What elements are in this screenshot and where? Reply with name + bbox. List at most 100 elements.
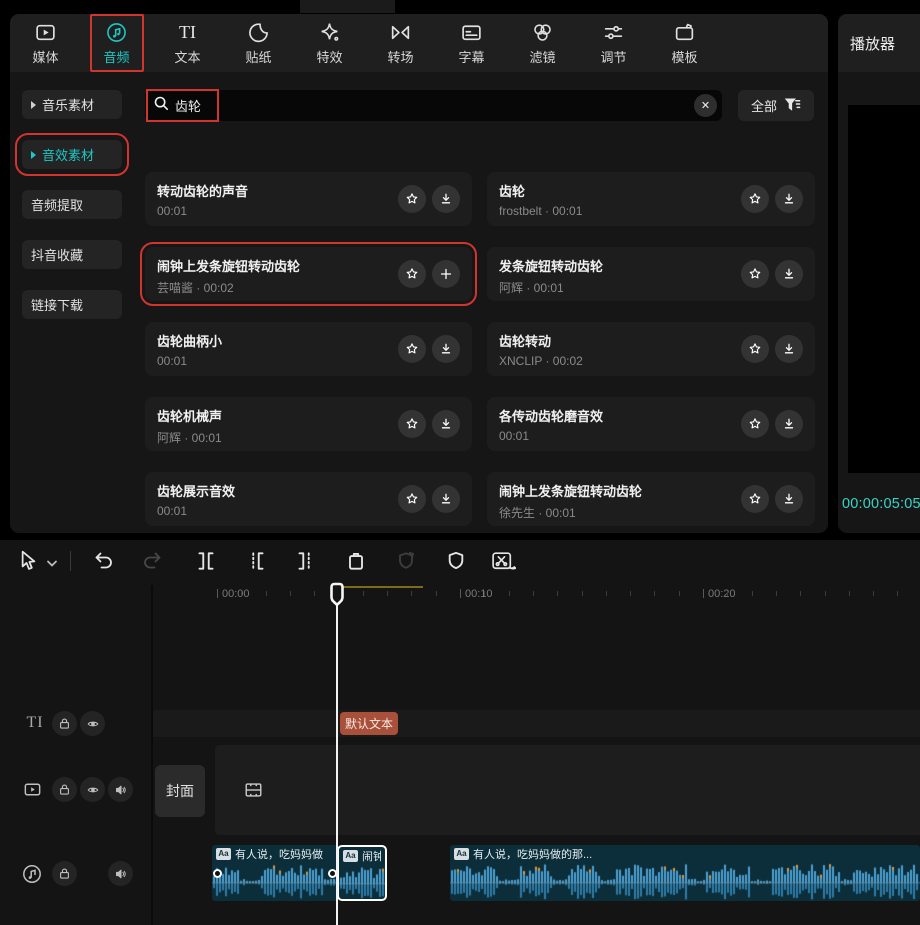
player-timecode: 00:00:05:05	[842, 496, 920, 512]
download-button[interactable]	[775, 335, 803, 363]
ruler-minor-tick	[606, 591, 607, 596]
sound-card[interactable]: 闹钟上发条旋钮转动齿轮 徐先生 · 00:01	[487, 472, 815, 526]
audio-clip[interactable]: Aa 有人说，吃妈妈做	[212, 845, 338, 901]
add-to-timeline-button[interactable]	[432, 260, 460, 288]
download-button[interactable]	[775, 185, 803, 213]
ruler-minor-tick	[509, 591, 510, 596]
favorite-star-button[interactable]	[398, 335, 426, 363]
favorite-star-button[interactable]	[741, 335, 769, 363]
freeze-icon[interactable]	[444, 549, 468, 578]
tab-transition[interactable]: 转场	[365, 14, 436, 72]
audio-clip[interactable]: Aa 有人说，吃妈妈做的那...	[450, 845, 920, 901]
sound-card[interactable]: 齿轮 frostbelt · 00:01	[487, 172, 815, 226]
sound-card-selected[interactable]: 闹钟上发条旋钮转动齿轮 芸喵酱 · 00:02	[145, 247, 472, 301]
tab-label: 文本	[174, 47, 200, 66]
download-button[interactable]	[432, 335, 460, 363]
sound-card[interactable]: 各传动齿轮磨音效 00:01	[487, 397, 815, 451]
video-track-icon	[22, 779, 43, 800]
text-clip[interactable]: 默认文本	[340, 712, 398, 735]
tab-effects[interactable]: 特效	[294, 14, 365, 72]
close-icon[interactable]: ✕	[694, 94, 717, 117]
select-cursor-icon[interactable]	[16, 549, 38, 578]
delete-icon[interactable]	[344, 549, 368, 578]
sound-card[interactable]: 发条旋钮转动齿轮 阿辉 · 00:01	[487, 247, 815, 301]
audio-clip-selected[interactable]: Aa 闹钟上	[337, 845, 387, 901]
download-button[interactable]	[432, 185, 460, 213]
tab-text[interactable]: TI 文本	[152, 14, 223, 72]
timeline-ruler[interactable]: 00:00 00:10 00:20	[153, 585, 920, 607]
filter-all-button[interactable]: 全部	[738, 90, 814, 121]
sound-title: 闹钟上发条旋钮转动齿轮	[157, 256, 357, 275]
lock-icon[interactable]	[52, 861, 77, 886]
lock-icon[interactable]	[52, 711, 77, 736]
sidebar-item-label: 链接下载	[31, 295, 83, 314]
favorite-star-button[interactable]	[398, 260, 426, 288]
audio-clip-label: 闹钟上	[362, 848, 381, 864]
volume-icon[interactable]	[108, 777, 133, 802]
split-delete-right-icon[interactable]	[294, 549, 318, 578]
tab-label: 转场	[387, 47, 413, 66]
sound-title: 齿轮转动	[499, 331, 699, 350]
download-button[interactable]	[775, 485, 803, 513]
sound-card[interactable]: 齿轮展示音效 00:01	[145, 472, 472, 526]
smart-audio-split-icon[interactable]	[490, 549, 516, 579]
sound-title: 转动齿轮的声音	[157, 181, 357, 200]
visibility-icon[interactable]	[80, 711, 105, 736]
download-button[interactable]	[432, 485, 460, 513]
chevron-down-icon[interactable]	[46, 556, 58, 574]
favorite-star-button[interactable]	[398, 485, 426, 513]
playhead-handle[interactable]	[329, 582, 345, 614]
favorite-star-button[interactable]	[741, 410, 769, 438]
ruler-minor-tick	[727, 591, 728, 596]
download-button[interactable]	[432, 410, 460, 438]
ruler-major-tick	[460, 589, 461, 598]
tab-audio[interactable]: 音频	[81, 14, 152, 72]
sound-card[interactable]: 齿轮机械声 阿辉 · 00:01	[145, 397, 472, 451]
sidebar-item-sound-effects[interactable]: 音效素材	[22, 140, 122, 169]
download-button[interactable]	[775, 410, 803, 438]
split-icon[interactable]	[194, 549, 218, 578]
resource-tabbar: 媒体 音频 TI 文本 贴纸 特效 转场 字幕 滤镜	[10, 14, 828, 72]
ruler-label: 00:10	[465, 588, 493, 600]
favorite-star-button[interactable]	[398, 185, 426, 213]
lock-icon[interactable]	[52, 777, 77, 802]
sidebar-item-audio-extract[interactable]: 音频提取	[22, 190, 122, 219]
download-button[interactable]	[775, 260, 803, 288]
split-delete-left-icon[interactable]	[244, 549, 268, 578]
tab-label: 媒体	[32, 47, 58, 66]
tab-media[interactable]: 媒体	[10, 14, 81, 72]
sidebar-item-douyin-favorites[interactable]: 抖音收藏	[22, 240, 122, 269]
video-clip[interactable]	[215, 745, 920, 835]
tab-label: 模板	[671, 47, 697, 66]
undo-icon[interactable]	[92, 549, 116, 578]
favorite-star-button[interactable]	[741, 485, 769, 513]
tab-label: 字幕	[458, 47, 484, 66]
sound-card[interactable]: 齿轮转动 XNCLIP · 00:02	[487, 322, 815, 376]
timeline-panel: 00:00 00:10 00:20 默认文本 封面 TI Aa 有人说，吃妈妈做…	[0, 540, 920, 925]
favorite-star-button[interactable]	[398, 410, 426, 438]
cover-button[interactable]: 封面	[155, 765, 205, 817]
playhead-line[interactable]	[336, 583, 338, 925]
sidebar-item-music[interactable]: 音乐素材	[22, 90, 122, 119]
sidebar-item-link-download[interactable]: 链接下载	[22, 290, 122, 319]
sound-card[interactable]: 转动齿轮的声音 00:01	[145, 172, 472, 226]
audio-waveform	[450, 862, 920, 901]
tab-filter[interactable]: 滤镜	[507, 14, 578, 72]
tab-sticker[interactable]: 贴纸	[223, 14, 294, 72]
ruler-label: 00:20	[708, 588, 736, 600]
ruler-minor-tick	[436, 591, 437, 596]
tab-adjust[interactable]: 调节	[578, 14, 649, 72]
sound-card[interactable]: 齿轮曲柄小 00:01	[145, 322, 472, 376]
tab-subtitle[interactable]: 字幕	[436, 14, 507, 72]
favorite-star-button[interactable]	[741, 185, 769, 213]
visibility-icon[interactable]	[80, 777, 105, 802]
search-input[interactable]: 齿轮 ✕	[145, 90, 722, 121]
audio-text-badge: Aa	[454, 848, 469, 860]
ruler-minor-tick	[752, 591, 753, 596]
keyframe-dot[interactable]	[213, 869, 222, 878]
favorite-star-button[interactable]	[741, 260, 769, 288]
player-video-viewport[interactable]	[848, 105, 920, 473]
redo-icon[interactable]	[140, 549, 164, 578]
volume-icon[interactable]	[108, 861, 133, 886]
tab-template[interactable]: 模板	[649, 14, 720, 72]
